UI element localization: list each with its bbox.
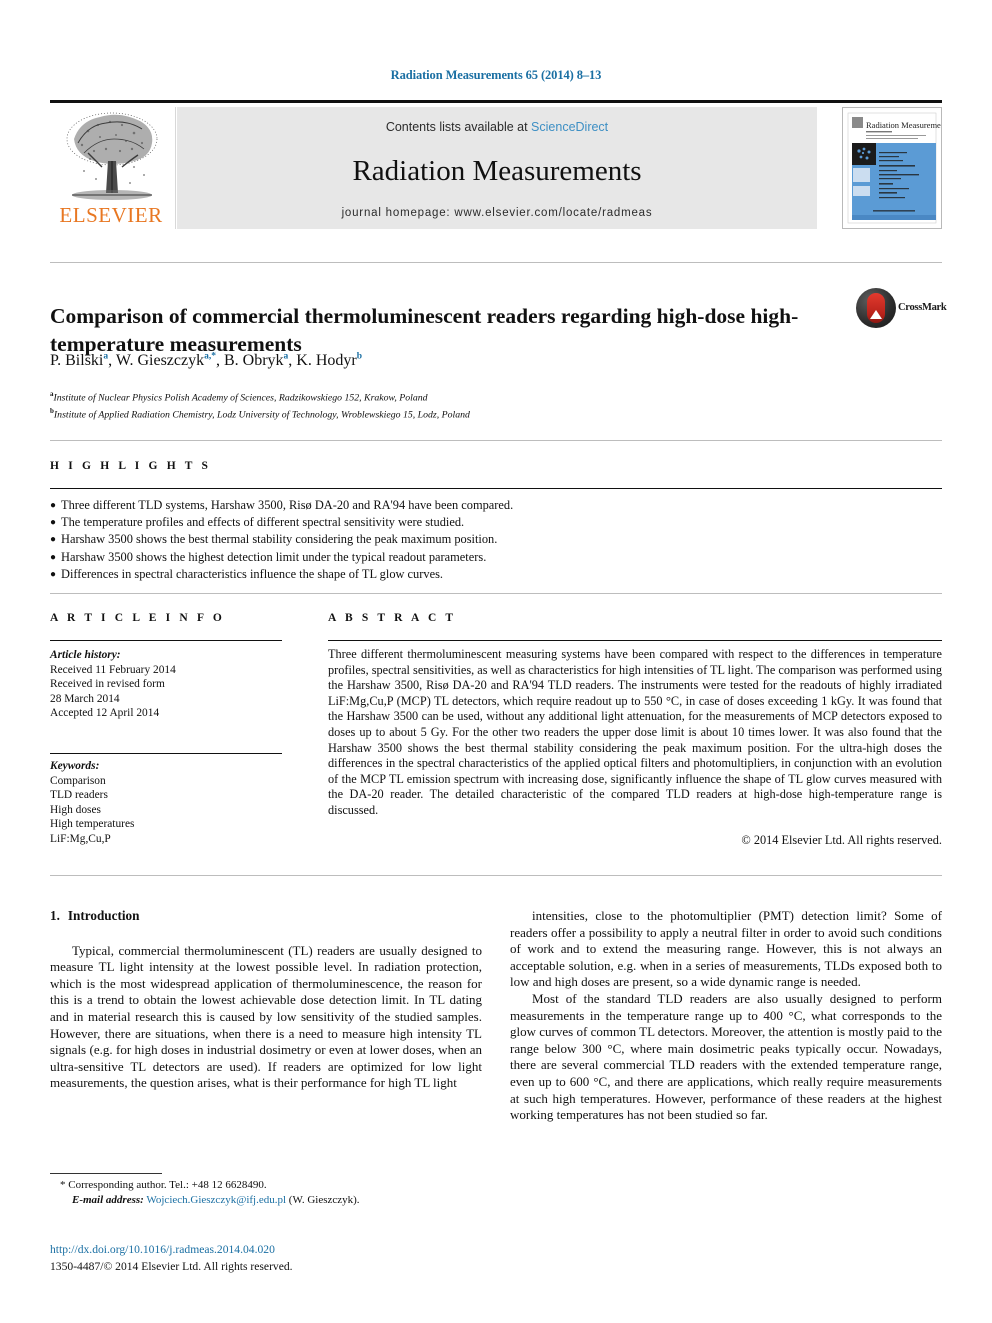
list-item: ● Differences in spectral characteristics…	[50, 566, 942, 583]
bullet-icon: ●	[50, 534, 57, 546]
author-item: P. Bilskia,	[50, 352, 116, 369]
svg-text:Radiation Measurements: Radiation Measurements	[866, 120, 941, 130]
keyword-item: Comparison	[50, 774, 106, 787]
elsevier-logo: ELSEVIER	[50, 107, 176, 229]
keywords-rule	[50, 753, 282, 754]
paragraph: Most of the standard TLD readers are als…	[510, 990, 942, 1123]
email-link[interactable]: Wojciech.Gieszczyk@ifj.edu.pl	[146, 1194, 286, 1206]
author-name: B. Obryk	[223, 352, 284, 370]
journal-homepage[interactable]: journal homepage: www.elsevier.com/locat…	[177, 207, 817, 219]
history-item: 28 March 2014	[50, 692, 120, 705]
affiliation-item: bInstitute of Applied Radiation Chemistr…	[50, 405, 850, 422]
list-item: ● Three different TLD systems, Harshaw 35…	[50, 497, 942, 514]
title-divider	[50, 262, 942, 263]
author-sep: ,	[108, 352, 116, 370]
article-info-rule	[50, 640, 282, 641]
keyword-item: High doses	[50, 803, 101, 816]
elsevier-tree-icon	[66, 112, 158, 200]
email-suffix: (W. Gieszczyk).	[288, 1193, 360, 1206]
body-column-left: 1. Introduction Typical, commercial therm…	[50, 908, 482, 1092]
crossmark-circle-icon	[856, 288, 896, 328]
body-column-right: intensities, close to the photomultiplie…	[510, 908, 942, 1124]
crossmark-badge[interactable]: CrossMark	[856, 288, 947, 330]
abstract-rule	[328, 640, 942, 641]
highlight-text: Three different TLD systems, Harshaw 350…	[61, 498, 514, 512]
affiliation-text: Institute of Applied Radiation Chemistry…	[53, 409, 470, 421]
contents-prefix: Contents lists available at	[385, 120, 532, 134]
history-item: Received 11 February 2014	[50, 663, 176, 676]
bullet-icon: ●	[50, 500, 57, 511]
cover-artwork: Radiation Measurements	[843, 108, 941, 228]
bullet-icon: ●	[50, 551, 57, 563]
contents-line: Contents lists available at ScienceDirec…	[177, 120, 817, 134]
abstract-heading: A B S T R A C T	[328, 612, 457, 624]
author-affil-mark[interactable]: a,*	[204, 352, 216, 362]
journal-masthead: ELSEVIER Contents lists available at Sci…	[50, 100, 942, 233]
author-item: K. Hodyrb	[296, 352, 362, 369]
page-title: Comparison of commercial thermoluminesce…	[50, 304, 799, 357]
list-item: ● Harshaw 3500 shows the best thermal sta…	[50, 531, 942, 548]
issn-copyright: 1350-4487/© 2014 Elsevier Ltd. All right…	[50, 1260, 293, 1273]
author-affil-mark[interactable]: b	[357, 352, 362, 362]
author-name: W. Gieszczyk	[115, 352, 205, 370]
footnote-divider	[50, 1173, 162, 1174]
abstract-text: Three different thermoluminescent measur…	[328, 647, 942, 817]
article-info-heading: A R T I C L E I N F O	[50, 612, 225, 624]
history-item: Received in revised form	[50, 678, 165, 690]
list-item: ● Harshaw 3500 shows the highest detectio…	[50, 549, 942, 566]
email-label: E-mail address:	[72, 1193, 144, 1206]
corresponding-author-note: * Corresponding author. Tel.: +48 12 662…	[60, 1179, 267, 1191]
doi-link[interactable]: http://dx.doi.org/10.1016/j.radmeas.2014…	[50, 1243, 275, 1256]
highlight-text: Harshaw 3500 shows the highest detection…	[61, 549, 487, 564]
author-list: P. Bilskia, W. Gieszczyka,*, B. Obryka, …	[50, 352, 850, 370]
article-history-label: Article history:	[50, 649, 121, 661]
list-item: ● The temperature profiles and effects of…	[50, 514, 942, 531]
elsevier-wordmark: ELSEVIER	[59, 203, 163, 227]
email-note: E-mail address: Wojciech.Gieszczyk@ifj.e…	[50, 1193, 482, 1208]
highlight-text: Harshaw 3500 shows the best thermal stab…	[61, 532, 498, 547]
paragraph: intensities, close to the photomultiplie…	[510, 908, 942, 990]
highlights-list: ● Three different TLD systems, Harshaw 35…	[50, 497, 942, 583]
bullet-icon: ●	[50, 568, 57, 580]
highlights-top-divider	[50, 440, 942, 441]
bullet-icon: ●	[50, 517, 57, 529]
history-item: Accepted 12 April 2014	[50, 707, 160, 719]
affiliation-list: aInstitute of Nuclear Physics Polish Aca…	[50, 388, 850, 422]
journal-cover-thumbnail: Radiation Measurements	[842, 107, 942, 229]
masthead-center: Contents lists available at ScienceDirec…	[177, 107, 817, 229]
author-sep: ,	[215, 352, 224, 370]
footnote-block: * Corresponding author. Tel.: +48 12 662…	[50, 1178, 482, 1207]
highlights-heading: H I G H L I G H T S	[50, 460, 212, 472]
article-history-block: Article history: Received 11 February 20…	[50, 648, 290, 721]
author-item: B. Obryka,	[224, 352, 296, 369]
body-divider	[50, 875, 942, 876]
affiliation-item: aInstitute of Nuclear Physics Polish Aca…	[50, 388, 850, 405]
section-heading-introduction: 1. Introduction	[50, 908, 482, 925]
crossmark-label: CrossMark	[898, 302, 947, 313]
info-top-divider	[50, 593, 942, 594]
running-head: Radiation Measurements 65 (2014) 8–13	[390, 68, 602, 82]
keyword-item: TLD readers	[50, 789, 108, 801]
highlights-rule	[50, 488, 942, 489]
affiliation-text: Institute of Nuclear Physics Polish Acad…	[53, 392, 428, 404]
journal-title: Radiation Measurements	[352, 155, 642, 187]
author-item: W. Gieszczyka,*,	[116, 352, 224, 369]
highlight-text: The temperature profiles and effects of …	[61, 515, 465, 530]
keyword-item: High temperatures	[50, 818, 135, 830]
crossmark-triangle-icon	[870, 310, 882, 319]
section-title: Introduction	[67, 908, 140, 923]
abstract-copyright: © 2014 Elsevier Ltd. All rights reserved…	[741, 833, 942, 847]
keyword-item: LiF:Mg,Cu,P	[50, 832, 111, 845]
highlight-text: Differences in spectral characteristics …	[61, 566, 443, 581]
sciencedirect-link[interactable]: ScienceDirect	[531, 120, 608, 134]
paper-page: Radiation Measurements 65 (2014) 8–13 EL…	[0, 0, 992, 1323]
section-number: 1.	[50, 908, 60, 923]
keywords-block: Keywords: Comparison TLD readers High do…	[50, 759, 290, 846]
author-name: P. Bilski	[50, 352, 104, 370]
paragraph: Typical, commercial thermoluminescent (T…	[50, 942, 482, 1091]
author-name: K. Hodyr	[296, 352, 357, 370]
keywords-label: Keywords:	[50, 760, 100, 772]
